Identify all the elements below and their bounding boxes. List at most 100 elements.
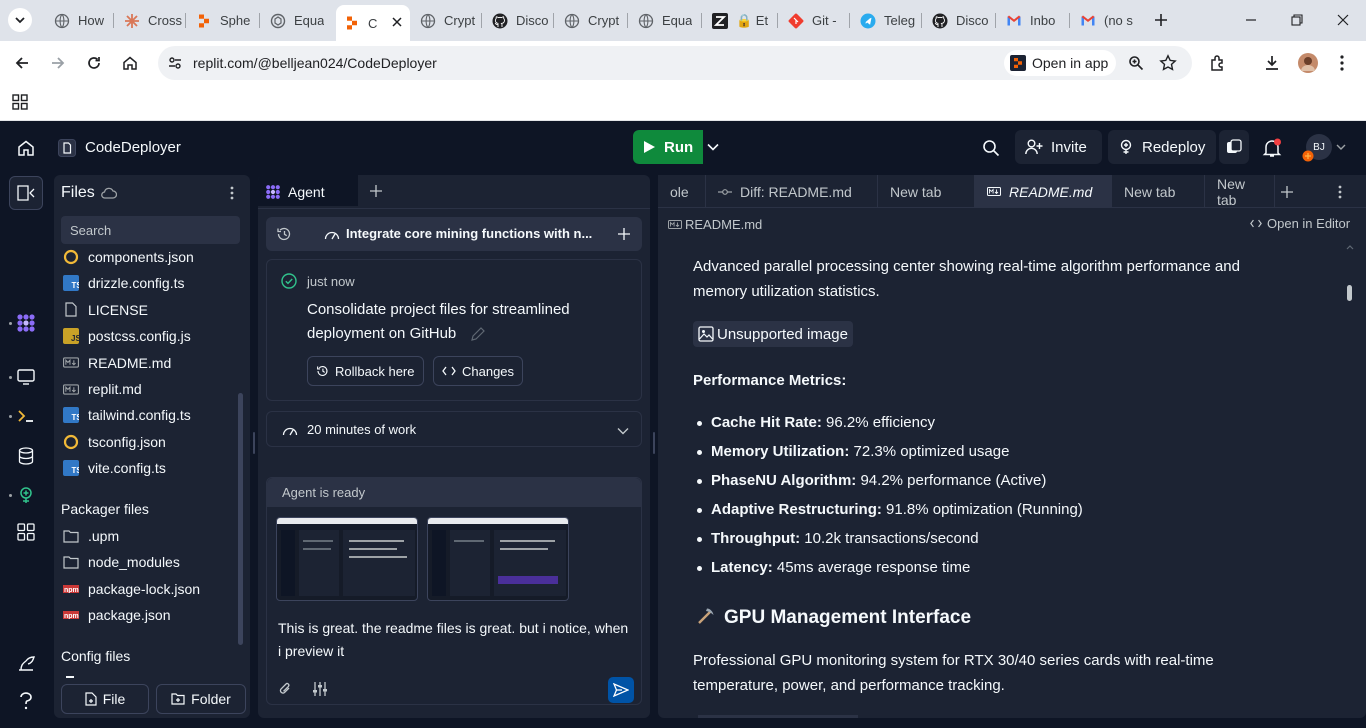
all-tools-icon[interactable] [14, 520, 38, 544]
browser-tab[interactable]: Crypt [556, 7, 628, 34]
home-icon[interactable] [17, 139, 35, 157]
profile-button[interactable] [1292, 47, 1324, 79]
run-button[interactable]: Run [633, 130, 703, 164]
more-vertical-icon[interactable] [1338, 185, 1342, 199]
reload-button[interactable] [78, 47, 110, 79]
site-info-icon[interactable] [167, 55, 183, 71]
paperclip-icon[interactable] [278, 681, 292, 697]
extensions-button[interactable] [1202, 47, 1234, 79]
browser-tab[interactable]: Teleg [852, 7, 922, 34]
file-tree-item[interactable]: node_modules [61, 549, 231, 575]
new-file-button[interactable]: File [61, 684, 149, 714]
forward-button[interactable] [42, 47, 74, 79]
browser-tab[interactable]: Equa [262, 7, 334, 34]
downloads-button[interactable] [1256, 47, 1288, 79]
work-summary-bar[interactable]: 20 minutes of work [266, 411, 642, 447]
browser-tab[interactable]: Disco [924, 7, 996, 34]
bell-icon[interactable] [1262, 138, 1282, 158]
browser-tab[interactable]: Inbo [998, 7, 1070, 34]
sliders-icon[interactable] [312, 681, 328, 697]
preview-tab[interactable]: New tab [878, 175, 975, 208]
preview-scrollbar[interactable] [1347, 285, 1352, 301]
browser-tab[interactable]: Cross [116, 7, 186, 34]
preview-tab[interactable]: New tab [1112, 175, 1205, 208]
new-folder-button[interactable]: Folder [156, 684, 246, 714]
zoom-icon[interactable] [1128, 55, 1144, 71]
file-tree-item[interactable]: TS drizzle.config.ts [61, 270, 231, 296]
attachment-thumbnail[interactable] [276, 517, 418, 601]
rollback-button[interactable]: Rollback here [307, 356, 424, 386]
plus-icon[interactable] [370, 185, 382, 197]
database-icon[interactable] [14, 444, 38, 468]
pencil-icon[interactable] [470, 326, 486, 342]
open-in-app-button[interactable]: Open in app [1004, 50, 1117, 76]
project-name[interactable]: CodeDeployer [85, 139, 181, 156]
collapse-sidebar-button[interactable] [9, 176, 43, 210]
search-input[interactable]: Search [61, 216, 240, 244]
open-in-editor-button[interactable]: Open in Editor [1250, 216, 1350, 231]
browser-tab[interactable]: Crypt [412, 7, 482, 34]
home-button[interactable] [114, 47, 146, 79]
browser-tab[interactable]: 🔒 Et [704, 7, 778, 34]
tab-search-button[interactable] [8, 8, 32, 32]
monitor-icon[interactable] [14, 365, 38, 389]
file-tree-item[interactable]: JS postcss.config.js [61, 323, 231, 349]
tab-agent[interactable]: Agent [258, 175, 358, 208]
preview-tab[interactable]: README.md [975, 175, 1112, 208]
browser-tab[interactable]: C [336, 5, 410, 41]
address-bar[interactable]: replit.com/@belljean024/CodeDeployer Ope… [158, 46, 1192, 80]
file-tree-item[interactable]: tsconfig.json [61, 429, 231, 455]
preview-tab[interactable]: New tab [1205, 175, 1275, 208]
terminal-icon[interactable] [14, 404, 38, 428]
run-options-button[interactable] [703, 130, 723, 164]
send-button[interactable] [608, 677, 634, 703]
back-button[interactable] [6, 47, 38, 79]
resize-handle[interactable] [653, 432, 655, 454]
files-scrollbar[interactable] [238, 393, 243, 645]
close-tab-icon[interactable] [392, 17, 402, 27]
file-tree-item[interactable]: LICENSE [61, 297, 231, 323]
browser-tab[interactable]: How [46, 7, 114, 34]
agent-icon[interactable] [14, 311, 38, 335]
browser-tab[interactable]: Sphe [188, 7, 260, 34]
attachment-thumbnail[interactable] [427, 517, 569, 601]
browser-tab[interactable]: Disco [484, 7, 554, 34]
learn-icon[interactable] [14, 651, 38, 675]
file-tree-item[interactable]: replit.md [61, 376, 231, 402]
help-icon[interactable] [14, 689, 38, 713]
browser-tab[interactable]: Equa [630, 7, 702, 34]
redeploy-button[interactable]: Redeploy [1108, 130, 1216, 164]
preview-tab[interactable]: Diff: README.md [706, 175, 878, 208]
file-tree-item[interactable]: npm package-lock.json [61, 576, 231, 602]
chat-input[interactable]: This is great. the readme files is great… [278, 617, 630, 663]
preview-tab[interactable]: ole [658, 175, 706, 208]
changes-button[interactable]: Changes [433, 356, 524, 386]
file-tree-item[interactable]: TS vite.config.ts [61, 455, 231, 481]
chrome-menu-button[interactable] [1326, 47, 1358, 79]
bookmark-star-icon[interactable] [1159, 54, 1177, 72]
plus-icon[interactable] [1281, 186, 1293, 198]
close-window-button[interactable] [1320, 0, 1366, 40]
apps-grid-icon[interactable] [12, 94, 28, 110]
minimize-button[interactable] [1228, 0, 1274, 40]
deployment-status-button[interactable] [1219, 130, 1249, 164]
browser-tab[interactable]: Git - [780, 7, 850, 34]
file-tree-item[interactable]: npm package.json [61, 602, 231, 628]
chevron-up-icon[interactable] [1346, 245, 1354, 250]
file-tree-item[interactable]: .upm [61, 523, 231, 549]
task-title[interactable]: Integrate core mining functions with n..… [346, 226, 592, 241]
browser-tab[interactable]: (no s [1072, 7, 1134, 34]
plus-icon[interactable] [618, 228, 630, 240]
invite-button[interactable]: Invite [1015, 130, 1102, 164]
chevron-down-icon[interactable] [1336, 144, 1346, 150]
more-vertical-icon[interactable] [230, 186, 234, 200]
resize-handle[interactable] [253, 432, 255, 454]
restore-button[interactable] [1274, 0, 1320, 40]
file-tree-item[interactable]: TS tailwind.config.ts [61, 402, 231, 428]
file-tree-item[interactable]: components.json [61, 244, 231, 270]
search-icon[interactable] [982, 139, 1000, 157]
file-tree-item[interactable]: README.md [61, 350, 231, 376]
deployments-icon[interactable] [14, 483, 38, 507]
new-tab-button[interactable] [1138, 0, 1184, 40]
history-icon[interactable] [276, 227, 292, 241]
